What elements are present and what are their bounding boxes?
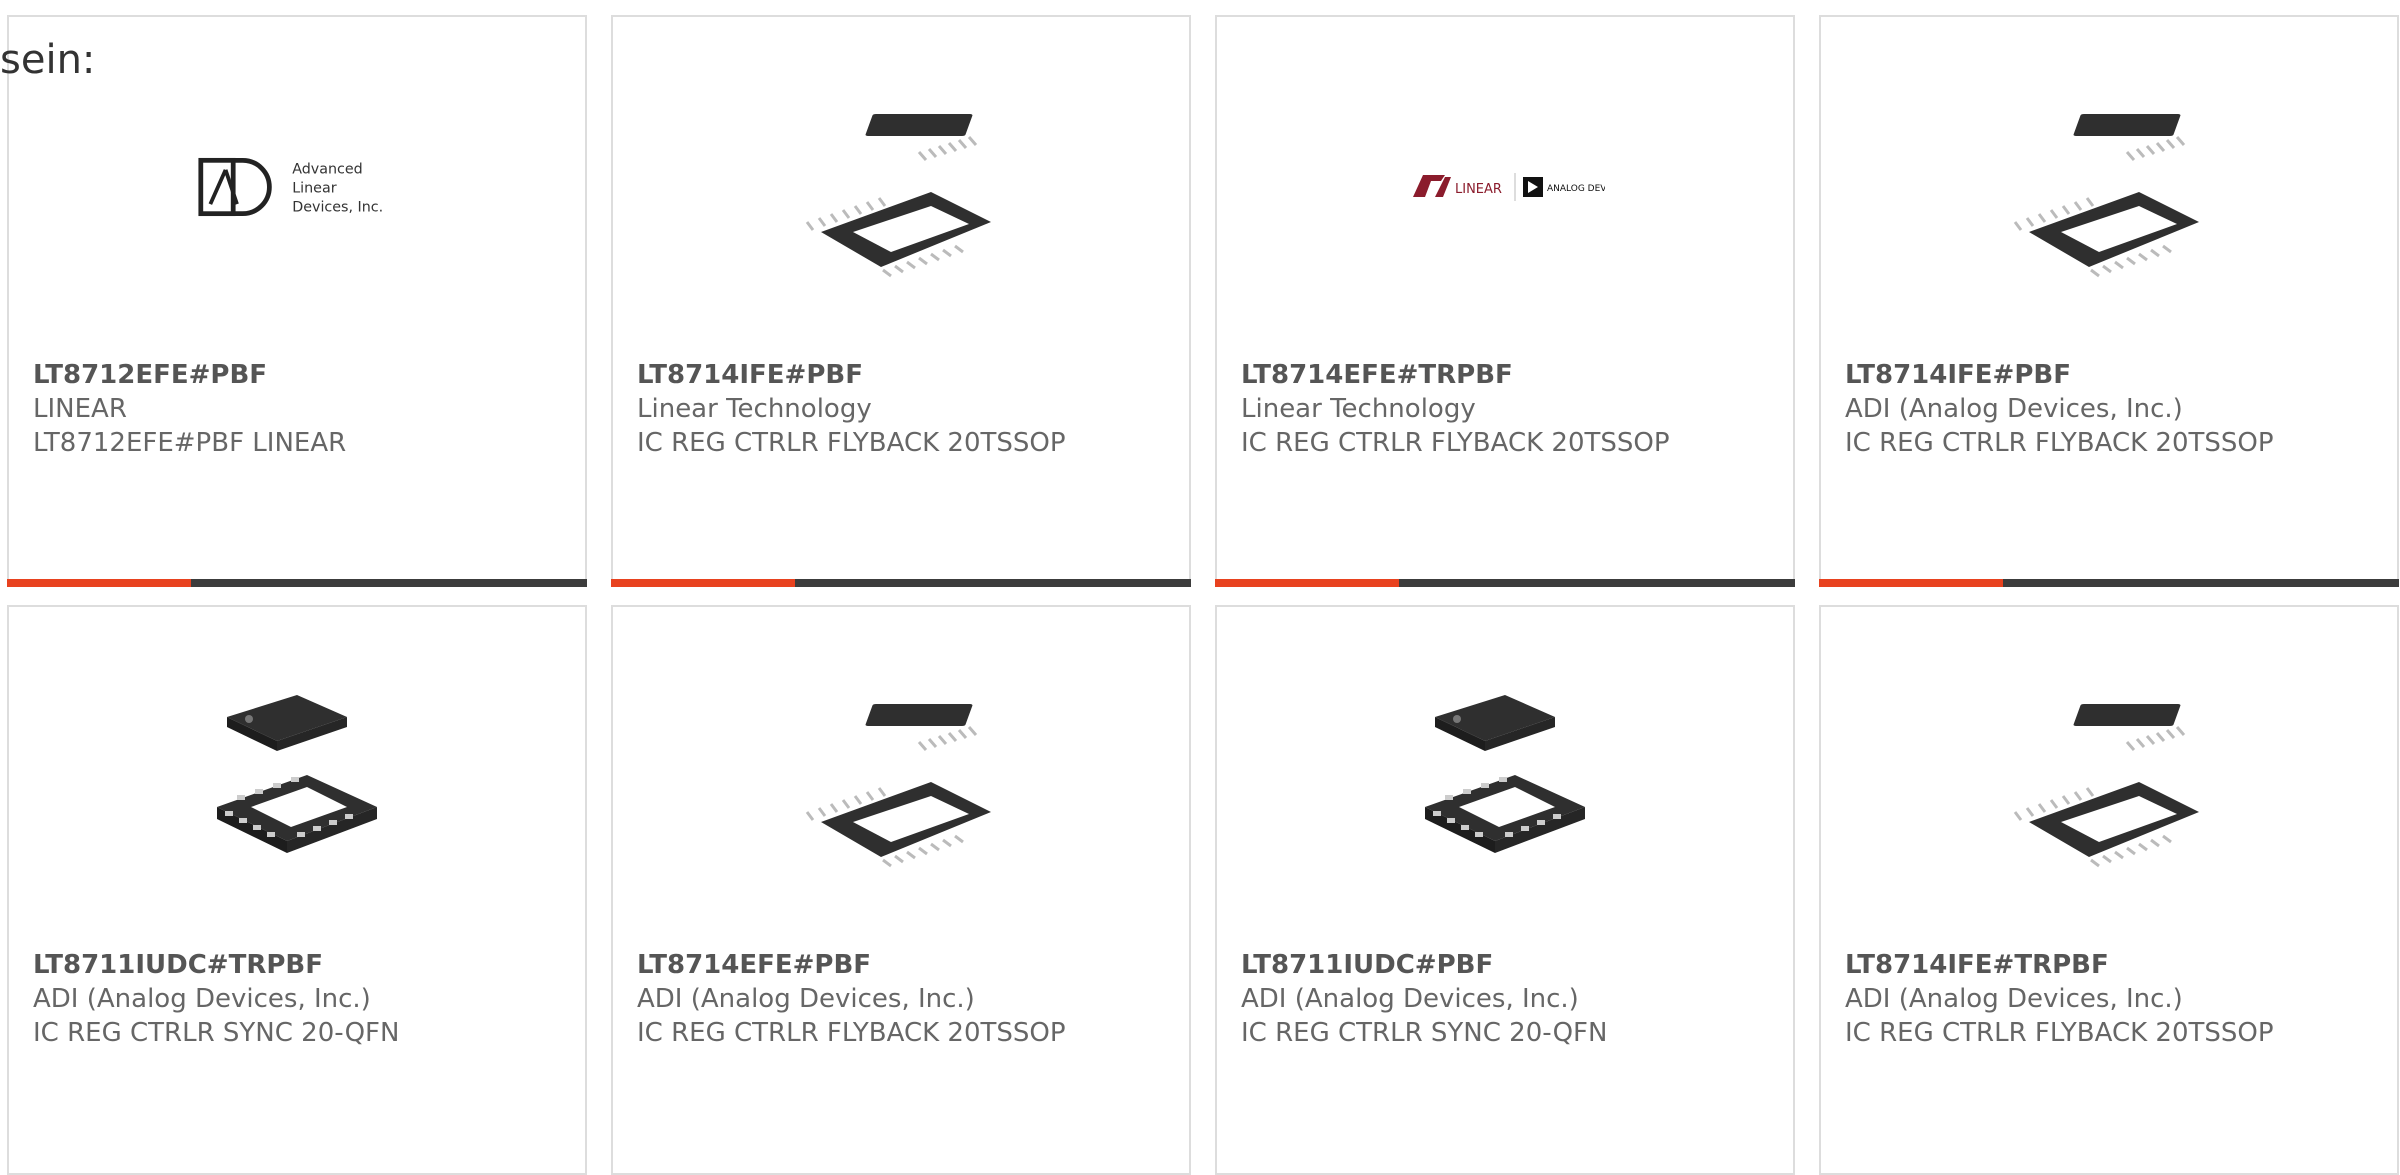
part-number[interactable]: LT8714IFE#PBF <box>1845 358 2377 392</box>
card-bottom-bar <box>1819 579 2399 587</box>
product-card[interactable]: LT8714IFE#PBF Linear Technology IC REG C… <box>611 15 1191 587</box>
tssop-chip-image <box>801 677 1001 877</box>
manufacturer: LINEAR <box>33 394 127 424</box>
logo-line-3: Devices, Inc. <box>292 200 383 216</box>
card-accent <box>1215 579 1399 587</box>
card-accent <box>7 579 191 587</box>
manufacturer: ADI (Analog Devices, Inc.) <box>637 984 975 1014</box>
qfn-chip-image <box>1405 677 1605 877</box>
logo-line-1: Advanced <box>292 162 362 178</box>
card-bottom-bar <box>7 579 587 587</box>
description: LT8712EFE#PBF LINEAR <box>33 428 347 458</box>
description: IC REG CTRLR SYNC 20-QFN <box>33 1018 400 1048</box>
part-number[interactable]: LT8714IFE#PBF <box>637 358 1169 392</box>
logo-right-text: ANALOG DEVICES <box>1547 184 1605 194</box>
tssop-chip-image <box>2009 677 2209 877</box>
product-card[interactable]: LT8714IFE#TRPBF ADI (Analog Devices, Inc… <box>1819 605 2399 1175</box>
card-bottom-bar <box>611 579 1191 587</box>
intro-text: sein: <box>0 37 96 83</box>
part-number[interactable]: LT8711IUDC#TRPBF <box>33 948 565 982</box>
manufacturer: Linear Technology <box>1241 394 1476 424</box>
tssop-chip-image <box>801 87 1001 287</box>
qfn-chip-image <box>197 677 397 877</box>
description: IC REG CTRLR FLYBACK 20TSSOP <box>637 1018 1066 1048</box>
logo-left-text: LINEAR <box>1455 182 1502 197</box>
product-card[interactable]: LINEAR ANALOG DEVICES LT8714EFE#TRPBF Li… <box>1215 15 1795 587</box>
description: IC REG CTRLR SYNC 20-QFN <box>1241 1018 1608 1048</box>
description: IC REG CTRLR FLYBACK 20TSSOP <box>1845 1018 2274 1048</box>
product-card[interactable]: LT8714EFE#PBF ADI (Analog Devices, Inc.)… <box>611 605 1191 1175</box>
advanced-linear-devices-logo: Advanced Linear Devices, Inc. <box>197 87 397 287</box>
card-accent <box>1819 579 2003 587</box>
tssop-chip-image <box>2009 87 2209 287</box>
product-card[interactable]: LT8711IUDC#PBF ADI (Analog Devices, Inc.… <box>1215 605 1795 1175</box>
logo-line-2: Linear <box>292 181 336 197</box>
product-card[interactable]: LT8711IUDC#TRPBF ADI (Analog Devices, In… <box>7 605 587 1175</box>
part-number[interactable]: LT8712EFE#PBF <box>33 358 565 392</box>
description: IC REG CTRLR FLYBACK 20TSSOP <box>1845 428 2274 458</box>
part-number[interactable]: LT8714EFE#PBF <box>637 948 1169 982</box>
description: IC REG CTRLR FLYBACK 20TSSOP <box>637 428 1066 458</box>
part-number[interactable]: LT8714IFE#TRPBF <box>1845 948 2377 982</box>
manufacturer: Linear Technology <box>637 394 872 424</box>
card-accent <box>611 579 795 587</box>
card-bottom-bar <box>1215 579 1795 587</box>
manufacturer: ADI (Analog Devices, Inc.) <box>1845 394 2183 424</box>
manufacturer: ADI (Analog Devices, Inc.) <box>1845 984 2183 1014</box>
product-card[interactable]: LT8714IFE#PBF ADI (Analog Devices, Inc.)… <box>1819 15 2399 587</box>
linear-analog-devices-logo: LINEAR ANALOG DEVICES <box>1405 87 1605 287</box>
part-number[interactable]: LT8714EFE#TRPBF <box>1241 358 1773 392</box>
part-number[interactable]: LT8711IUDC#PBF <box>1241 948 1773 982</box>
manufacturer: ADI (Analog Devices, Inc.) <box>33 984 371 1014</box>
product-card[interactable]: Advanced Linear Devices, Inc. LT8712EFE#… <box>7 15 587 587</box>
manufacturer: ADI (Analog Devices, Inc.) <box>1241 984 1579 1014</box>
description: IC REG CTRLR FLYBACK 20TSSOP <box>1241 428 1670 458</box>
